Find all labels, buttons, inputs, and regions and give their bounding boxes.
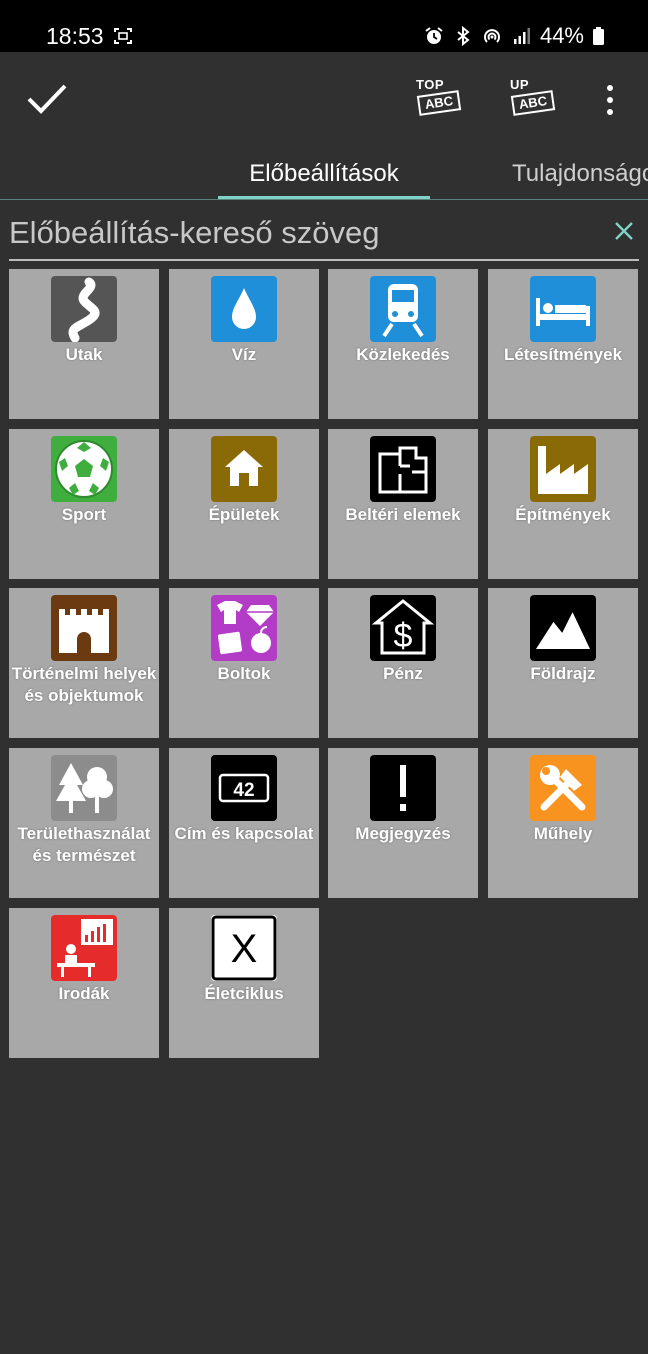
sort-up-abc-button[interactable]: UP ABC bbox=[508, 75, 558, 121]
money-symbol: $ bbox=[394, 617, 413, 655]
preset-label: Víz bbox=[231, 345, 257, 364]
sort-top-abc-button[interactable]: TOP ABC bbox=[414, 75, 464, 121]
preset-label: Cím és kapcsolat bbox=[174, 824, 314, 843]
house-icon bbox=[211, 436, 277, 502]
preset-label: Pénz bbox=[383, 664, 423, 683]
alarm-icon bbox=[425, 27, 443, 44]
check-icon[interactable] bbox=[26, 82, 68, 116]
preset-shops[interactable]: Boltok bbox=[169, 588, 319, 738]
screenshot-icon bbox=[114, 28, 132, 44]
tab-presets[interactable]: Előbeállítások bbox=[218, 158, 430, 190]
preset-buildings[interactable]: Épületek bbox=[169, 429, 319, 579]
preset-roads[interactable]: Utak bbox=[9, 269, 159, 419]
status-bar: 18:53 44% bbox=[0, 0, 648, 52]
bluetooth-icon bbox=[457, 26, 470, 46]
hotspot-icon bbox=[484, 29, 500, 43]
tab-properties[interactable]: Tulajdonságok bbox=[512, 158, 648, 190]
tab-bar: Előbeállítások Tulajdonságok bbox=[0, 148, 648, 200]
exclamation-icon bbox=[370, 755, 436, 821]
floorplan-icon bbox=[370, 436, 436, 502]
more-vert-icon[interactable] bbox=[598, 82, 622, 118]
trees-icon bbox=[51, 755, 117, 821]
preset-label: Történelmi helyek és objektumok bbox=[11, 664, 157, 705]
mountain-icon bbox=[530, 595, 596, 661]
abc-label: ABC bbox=[510, 90, 556, 116]
preset-geography[interactable]: Földrajz bbox=[488, 588, 638, 738]
preset-label: Épületek bbox=[208, 505, 280, 524]
toolbar: TOP ABC UP ABC bbox=[0, 52, 648, 148]
status-icons: 44% bbox=[424, 22, 604, 50]
preset-label: Boltok bbox=[217, 664, 271, 683]
abc-label: ABC bbox=[416, 90, 462, 116]
up-label: UP bbox=[510, 77, 530, 92]
preset-transport[interactable]: Közlekedés bbox=[328, 269, 478, 419]
preset-indoor[interactable]: Beltéri elemek bbox=[328, 429, 478, 579]
preset-label: Sport bbox=[61, 505, 107, 524]
preset-landuse[interactable]: Területhasználat és természet bbox=[9, 748, 159, 898]
preset-label: Megjegyzés bbox=[355, 824, 451, 843]
preset-label: Utak bbox=[65, 345, 103, 364]
battery-icon bbox=[593, 27, 604, 45]
preset-label: Irodák bbox=[58, 984, 110, 1003]
preset-lifecycle[interactable]: X Életciklus bbox=[169, 908, 319, 1058]
tab-indicator bbox=[218, 196, 430, 199]
castle-icon bbox=[51, 595, 117, 661]
preset-label: Beltéri elemek bbox=[345, 505, 461, 524]
factory-icon bbox=[530, 436, 596, 502]
shop-icon bbox=[211, 595, 277, 661]
preset-workshop[interactable]: Műhely bbox=[488, 748, 638, 898]
road-icon bbox=[51, 276, 117, 342]
preset-label: Közlekedés bbox=[356, 345, 450, 364]
water-drop-icon bbox=[211, 276, 277, 342]
train-icon bbox=[370, 276, 436, 342]
preset-label: Életciklus bbox=[204, 984, 284, 1003]
soccer-ball-icon bbox=[51, 436, 117, 502]
preset-search bbox=[9, 205, 639, 261]
search-input[interactable] bbox=[9, 213, 599, 253]
office-icon bbox=[51, 915, 117, 981]
tab-divider bbox=[0, 199, 648, 200]
preset-address[interactable]: 42 Cím és kapcsolat bbox=[169, 748, 319, 898]
address-number: 42 bbox=[233, 780, 254, 801]
preset-offices[interactable]: Irodák bbox=[9, 908, 159, 1058]
status-time: 18:53 bbox=[46, 23, 104, 49]
preset-label: Műhely bbox=[533, 824, 593, 843]
preset-structures[interactable]: Építmények bbox=[488, 429, 638, 579]
preset-label: Létesítmények bbox=[503, 345, 623, 364]
close-icon[interactable] bbox=[612, 219, 636, 243]
preset-label: Területhasználat és természet bbox=[17, 824, 151, 865]
money-house-icon: $ bbox=[370, 595, 436, 661]
lifecycle-x-icon: X bbox=[211, 915, 277, 981]
preset-label: Földrajz bbox=[530, 664, 596, 683]
preset-note[interactable]: Megjegyzés bbox=[328, 748, 478, 898]
signal-icon bbox=[513, 28, 530, 44]
address-icon: 42 bbox=[211, 755, 277, 821]
battery-percent: 44% bbox=[539, 23, 584, 48]
preset-historic[interactable]: Történelmi helyek és objektumok bbox=[9, 588, 159, 738]
preset-label: Építmények bbox=[515, 505, 611, 524]
preset-facilities[interactable]: Létesítmények bbox=[488, 269, 638, 419]
bed-icon bbox=[530, 276, 596, 342]
preset-money[interactable]: $ Pénz bbox=[328, 588, 478, 738]
top-label: TOP bbox=[416, 77, 444, 92]
preset-sport[interactable]: Sport bbox=[9, 429, 159, 579]
tools-icon bbox=[530, 755, 596, 821]
lifecycle-letter: X bbox=[231, 927, 258, 971]
preset-water[interactable]: Víz bbox=[169, 269, 319, 419]
